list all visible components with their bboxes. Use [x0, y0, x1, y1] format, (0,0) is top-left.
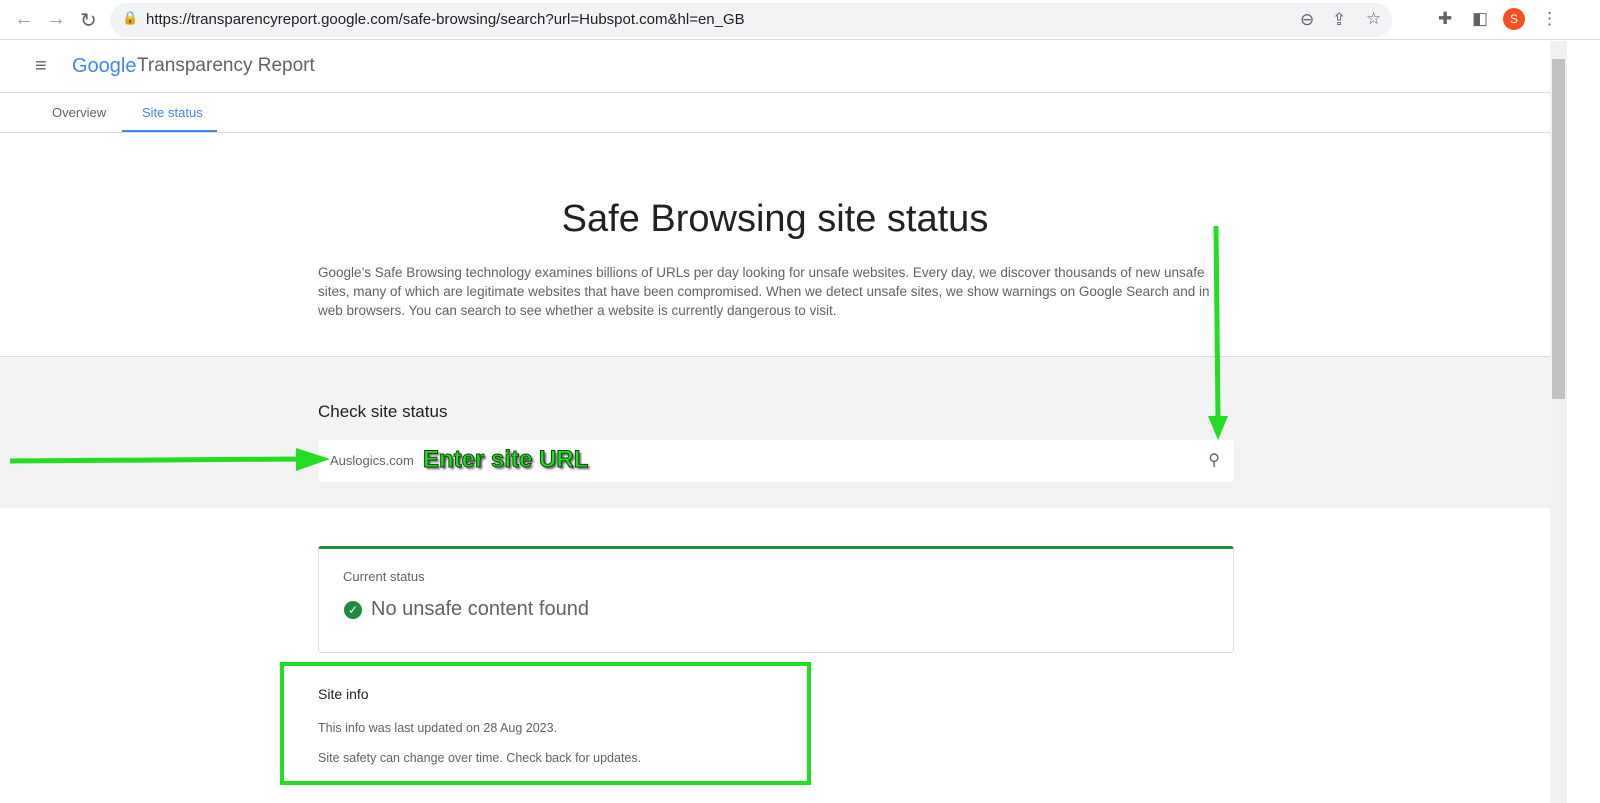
- arrow-to-input: [9, 448, 330, 471]
- arrow-to-search-icon: [1208, 225, 1228, 440]
- annotation-arrows: [9, 225, 1228, 471]
